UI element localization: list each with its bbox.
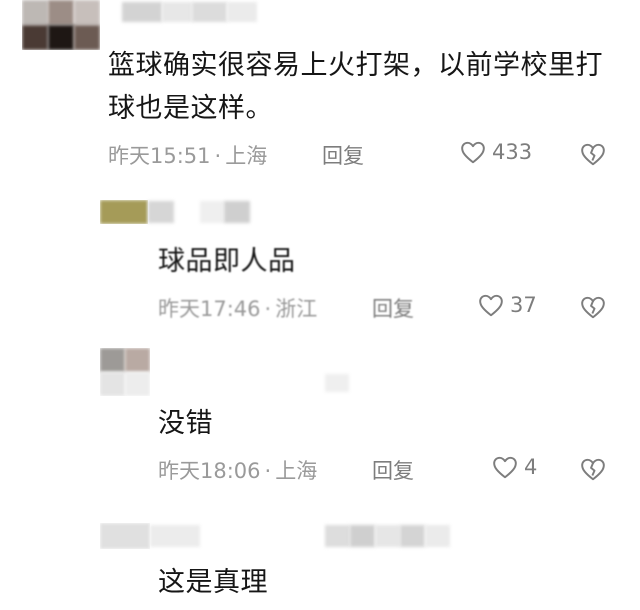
like-button[interactable]: 4 [492,455,537,479]
comment-text: 没错 [158,408,213,439]
heart-outline-icon [478,293,504,317]
username-blurred[interactable] [150,525,450,547]
avatar[interactable] [100,348,150,396]
comment-meta: 昨天15:51 · 上海 [108,140,267,170]
comment-time: 昨天17:46 [158,297,261,321]
comment-text: 这是真理 [158,567,268,598]
broken-heart-icon [580,295,606,319]
comment-meta: 昨天17:46 · 浙江 [158,293,317,323]
reply-button[interactable]: 回复 [372,455,414,485]
dislike-button[interactable] [580,295,606,319]
comment-text: 篮球确实很容易上火打架，以前学校里打球也是这样。 [108,50,603,124]
comment-time: 昨天18:06 [158,459,261,483]
username-blurred[interactable] [325,374,349,392]
like-count: 4 [524,455,538,479]
reply-button[interactable]: 回复 [322,140,364,170]
comment-time: 昨天15:51 [108,144,211,168]
comment-meta: 昨天18:06 · 上海 [158,455,317,485]
username-blurred[interactable] [148,201,250,223]
like-count: 37 [510,293,537,317]
avatar[interactable] [100,200,148,224]
like-button[interactable]: 37 [478,293,537,317]
comment-4: 这是真理 [0,515,640,610]
comment-text: 球品即人品 [158,246,296,277]
meta-separator: · [264,459,272,483]
meta-separator: · [214,144,222,168]
broken-heart-icon [580,142,606,166]
comment-location: 浙江 [275,297,318,321]
meta-separator: · [264,297,272,321]
username-blurred[interactable] [122,2,257,22]
like-button[interactable]: 433 [460,140,532,164]
avatar[interactable] [100,523,150,549]
comment-location: 上海 [275,459,318,483]
comment-2: 球品即人品 昨天17:46 · 浙江 回复 37 [0,195,640,330]
reply-button[interactable]: 回复 [372,293,414,323]
avatar[interactable] [22,0,100,50]
like-count: 433 [492,140,533,164]
comment-1: 篮球确实很容易上火打架，以前学校里打球也是这样。 昨天15:51 · 上海 回复 4… [0,0,640,185]
heart-outline-icon [460,140,486,164]
heart-outline-icon [492,455,518,479]
comment-location: 上海 [225,144,268,168]
dislike-button[interactable] [580,142,606,166]
broken-heart-icon [580,457,606,481]
dislike-button[interactable] [580,457,606,481]
comment-3: 没错 昨天18:06 · 上海 回复 4 [0,340,640,490]
